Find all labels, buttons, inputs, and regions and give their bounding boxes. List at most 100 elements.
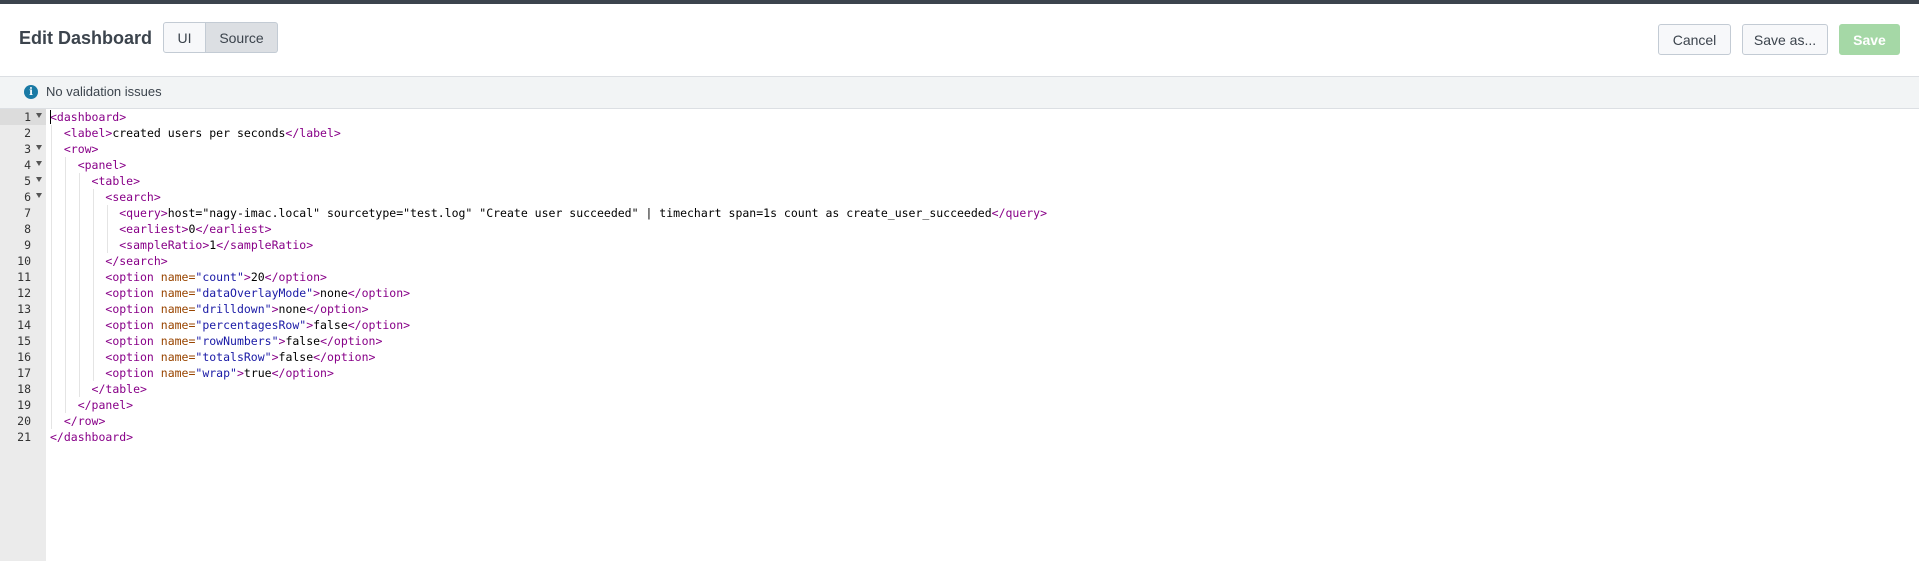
code-text: <row> bbox=[50, 142, 99, 156]
code-line[interactable]: 8 <earliest>0</earliest> bbox=[0, 221, 1919, 237]
code-text: <label>created users per seconds</label> bbox=[50, 126, 341, 140]
code-line[interactable]: 7 <query>host="nagy-imac.local" sourcety… bbox=[0, 205, 1919, 221]
code-token: </dashboard> bbox=[50, 430, 134, 444]
code-text: <query>host="nagy-imac.local" sourcetype… bbox=[50, 206, 1047, 220]
code-line[interactable]: 14 <option name="percentagesRow">false</… bbox=[0, 317, 1919, 333]
code-token: </option> bbox=[347, 318, 411, 332]
save-as-button[interactable]: Save as... bbox=[1742, 24, 1828, 55]
code-token: </option> bbox=[271, 366, 334, 380]
line-number: 7 bbox=[24, 206, 31, 220]
code-token: "count" bbox=[195, 270, 244, 284]
code-text: <option name="count">20</option> bbox=[50, 270, 327, 284]
code-text: </panel> bbox=[50, 398, 133, 412]
code-line[interactable]: 4 <panel> bbox=[0, 157, 1919, 173]
validation-message: No validation issues bbox=[46, 84, 162, 99]
code-token: </option> bbox=[306, 302, 369, 316]
line-number: 5 bbox=[24, 174, 31, 188]
code-token: <option bbox=[105, 334, 161, 348]
code-text: <option name="totalsRow">false</option> bbox=[50, 350, 375, 364]
code-token: <panel> bbox=[77, 158, 127, 172]
code-text: <panel> bbox=[50, 158, 126, 172]
code-text: <search> bbox=[50, 190, 160, 204]
code-line[interactable]: 18 </table> bbox=[0, 381, 1919, 397]
line-number-cell: 7 bbox=[0, 205, 46, 221]
code-line[interactable]: 13 <option name="drilldown">none</option… bbox=[0, 301, 1919, 317]
code-token: <option bbox=[105, 286, 161, 300]
code-token: "totalsRow" bbox=[195, 350, 272, 364]
code-token: name= bbox=[160, 334, 196, 348]
fold-arrow-icon[interactable] bbox=[36, 193, 42, 198]
code-line[interactable]: 6 <search> bbox=[0, 189, 1919, 205]
cancel-button[interactable]: Cancel bbox=[1658, 24, 1731, 55]
info-icon: i bbox=[24, 85, 38, 99]
line-number: 20 bbox=[17, 414, 31, 428]
validation-bar: i No validation issues bbox=[0, 77, 1919, 109]
line-number-cell: 18 bbox=[0, 381, 46, 397]
line-number-cell: 9 bbox=[0, 237, 46, 253]
code-token: name= bbox=[160, 302, 196, 316]
code-text: <table> bbox=[50, 174, 140, 188]
line-number: 11 bbox=[17, 270, 31, 284]
code-line[interactable]: 15 <option name="rowNumbers">false</opti… bbox=[0, 333, 1919, 349]
code-token: <dashboard> bbox=[50, 110, 127, 124]
code-token: host="nagy-imac.local" sourcetype="test.… bbox=[167, 206, 992, 220]
code-line[interactable]: 19 </panel> bbox=[0, 397, 1919, 413]
code-line[interactable]: 5 <table> bbox=[0, 173, 1919, 189]
line-number-cell: 1 bbox=[0, 109, 46, 125]
line-number-cell: 20 bbox=[0, 413, 46, 429]
save-button[interactable]: Save bbox=[1839, 24, 1900, 55]
line-number: 3 bbox=[24, 142, 31, 156]
code-token: "wrap" bbox=[195, 366, 237, 380]
line-number: 19 bbox=[17, 398, 31, 412]
mode-source-button[interactable]: Source bbox=[206, 22, 278, 53]
line-number-cell: 21 bbox=[0, 429, 46, 445]
fold-arrow-icon[interactable] bbox=[36, 161, 42, 166]
code-text: <earliest>0</earliest> bbox=[50, 222, 271, 236]
code-token: none bbox=[320, 286, 348, 300]
code-token: </table> bbox=[91, 382, 147, 396]
code-token: <sampleRatio> bbox=[119, 238, 210, 252]
code-line[interactable]: 3 <row> bbox=[0, 141, 1919, 157]
line-number-cell: 5 bbox=[0, 173, 46, 189]
line-number-cell: 13 bbox=[0, 301, 46, 317]
code-token: <option bbox=[105, 350, 161, 364]
line-number: 9 bbox=[24, 238, 31, 252]
code-line[interactable]: 17 <option name="wrap">true</option> bbox=[0, 365, 1919, 381]
line-number-cell: 14 bbox=[0, 317, 46, 333]
fold-arrow-icon[interactable] bbox=[36, 177, 42, 182]
line-number: 21 bbox=[17, 430, 31, 444]
line-number-cell: 15 bbox=[0, 333, 46, 349]
editor-header: Edit Dashboard UI Source Cancel Save as.… bbox=[0, 4, 1919, 77]
code-text: </table> bbox=[50, 382, 147, 396]
line-number-cell: 2 bbox=[0, 125, 46, 141]
mode-ui-button[interactable]: UI bbox=[163, 22, 206, 53]
fold-arrow-icon[interactable] bbox=[36, 145, 42, 150]
code-line[interactable]: 20 </row> bbox=[0, 413, 1919, 429]
code-token: <option bbox=[105, 302, 161, 316]
line-number: 10 bbox=[17, 254, 31, 268]
code-token: </sampleRatio> bbox=[216, 238, 314, 252]
source-editor[interactable]: 1 <dashboard> 2 <label>created users per s… bbox=[0, 109, 1919, 561]
line-number-cell: 12 bbox=[0, 285, 46, 301]
code-line[interactable]: 12 <option name="dataOverlayMode">none</… bbox=[0, 285, 1919, 301]
code-token: "drilldown" bbox=[195, 302, 272, 316]
code-token: </option> bbox=[264, 270, 327, 284]
code-line[interactable]: 21 </dashboard> bbox=[0, 429, 1919, 445]
line-number: 2 bbox=[24, 126, 31, 140]
code-line[interactable]: 16 <option name="totalsRow">false</optio… bbox=[0, 349, 1919, 365]
code-line[interactable]: 1 <dashboard> bbox=[0, 109, 1919, 125]
code-token: > bbox=[271, 302, 279, 316]
code-token: </search> bbox=[105, 254, 168, 268]
line-number: 13 bbox=[17, 302, 31, 316]
code-line[interactable]: 9 <sampleRatio>1</sampleRatio> bbox=[0, 237, 1919, 253]
fold-arrow-icon[interactable] bbox=[36, 113, 42, 118]
code-line[interactable]: 2 <label>created users per seconds</labe… bbox=[0, 125, 1919, 141]
line-number: 14 bbox=[17, 318, 31, 332]
line-number-cell: 3 bbox=[0, 141, 46, 157]
code-token: none bbox=[278, 302, 307, 316]
code-lines: 1 <dashboard> 2 <label>created users per s… bbox=[0, 109, 1919, 445]
code-line[interactable]: 11 <option name="count">20</option> bbox=[0, 269, 1919, 285]
code-token: name= bbox=[160, 286, 196, 300]
code-line[interactable]: 10 </search> bbox=[0, 253, 1919, 269]
line-number-cell: 4 bbox=[0, 157, 46, 173]
